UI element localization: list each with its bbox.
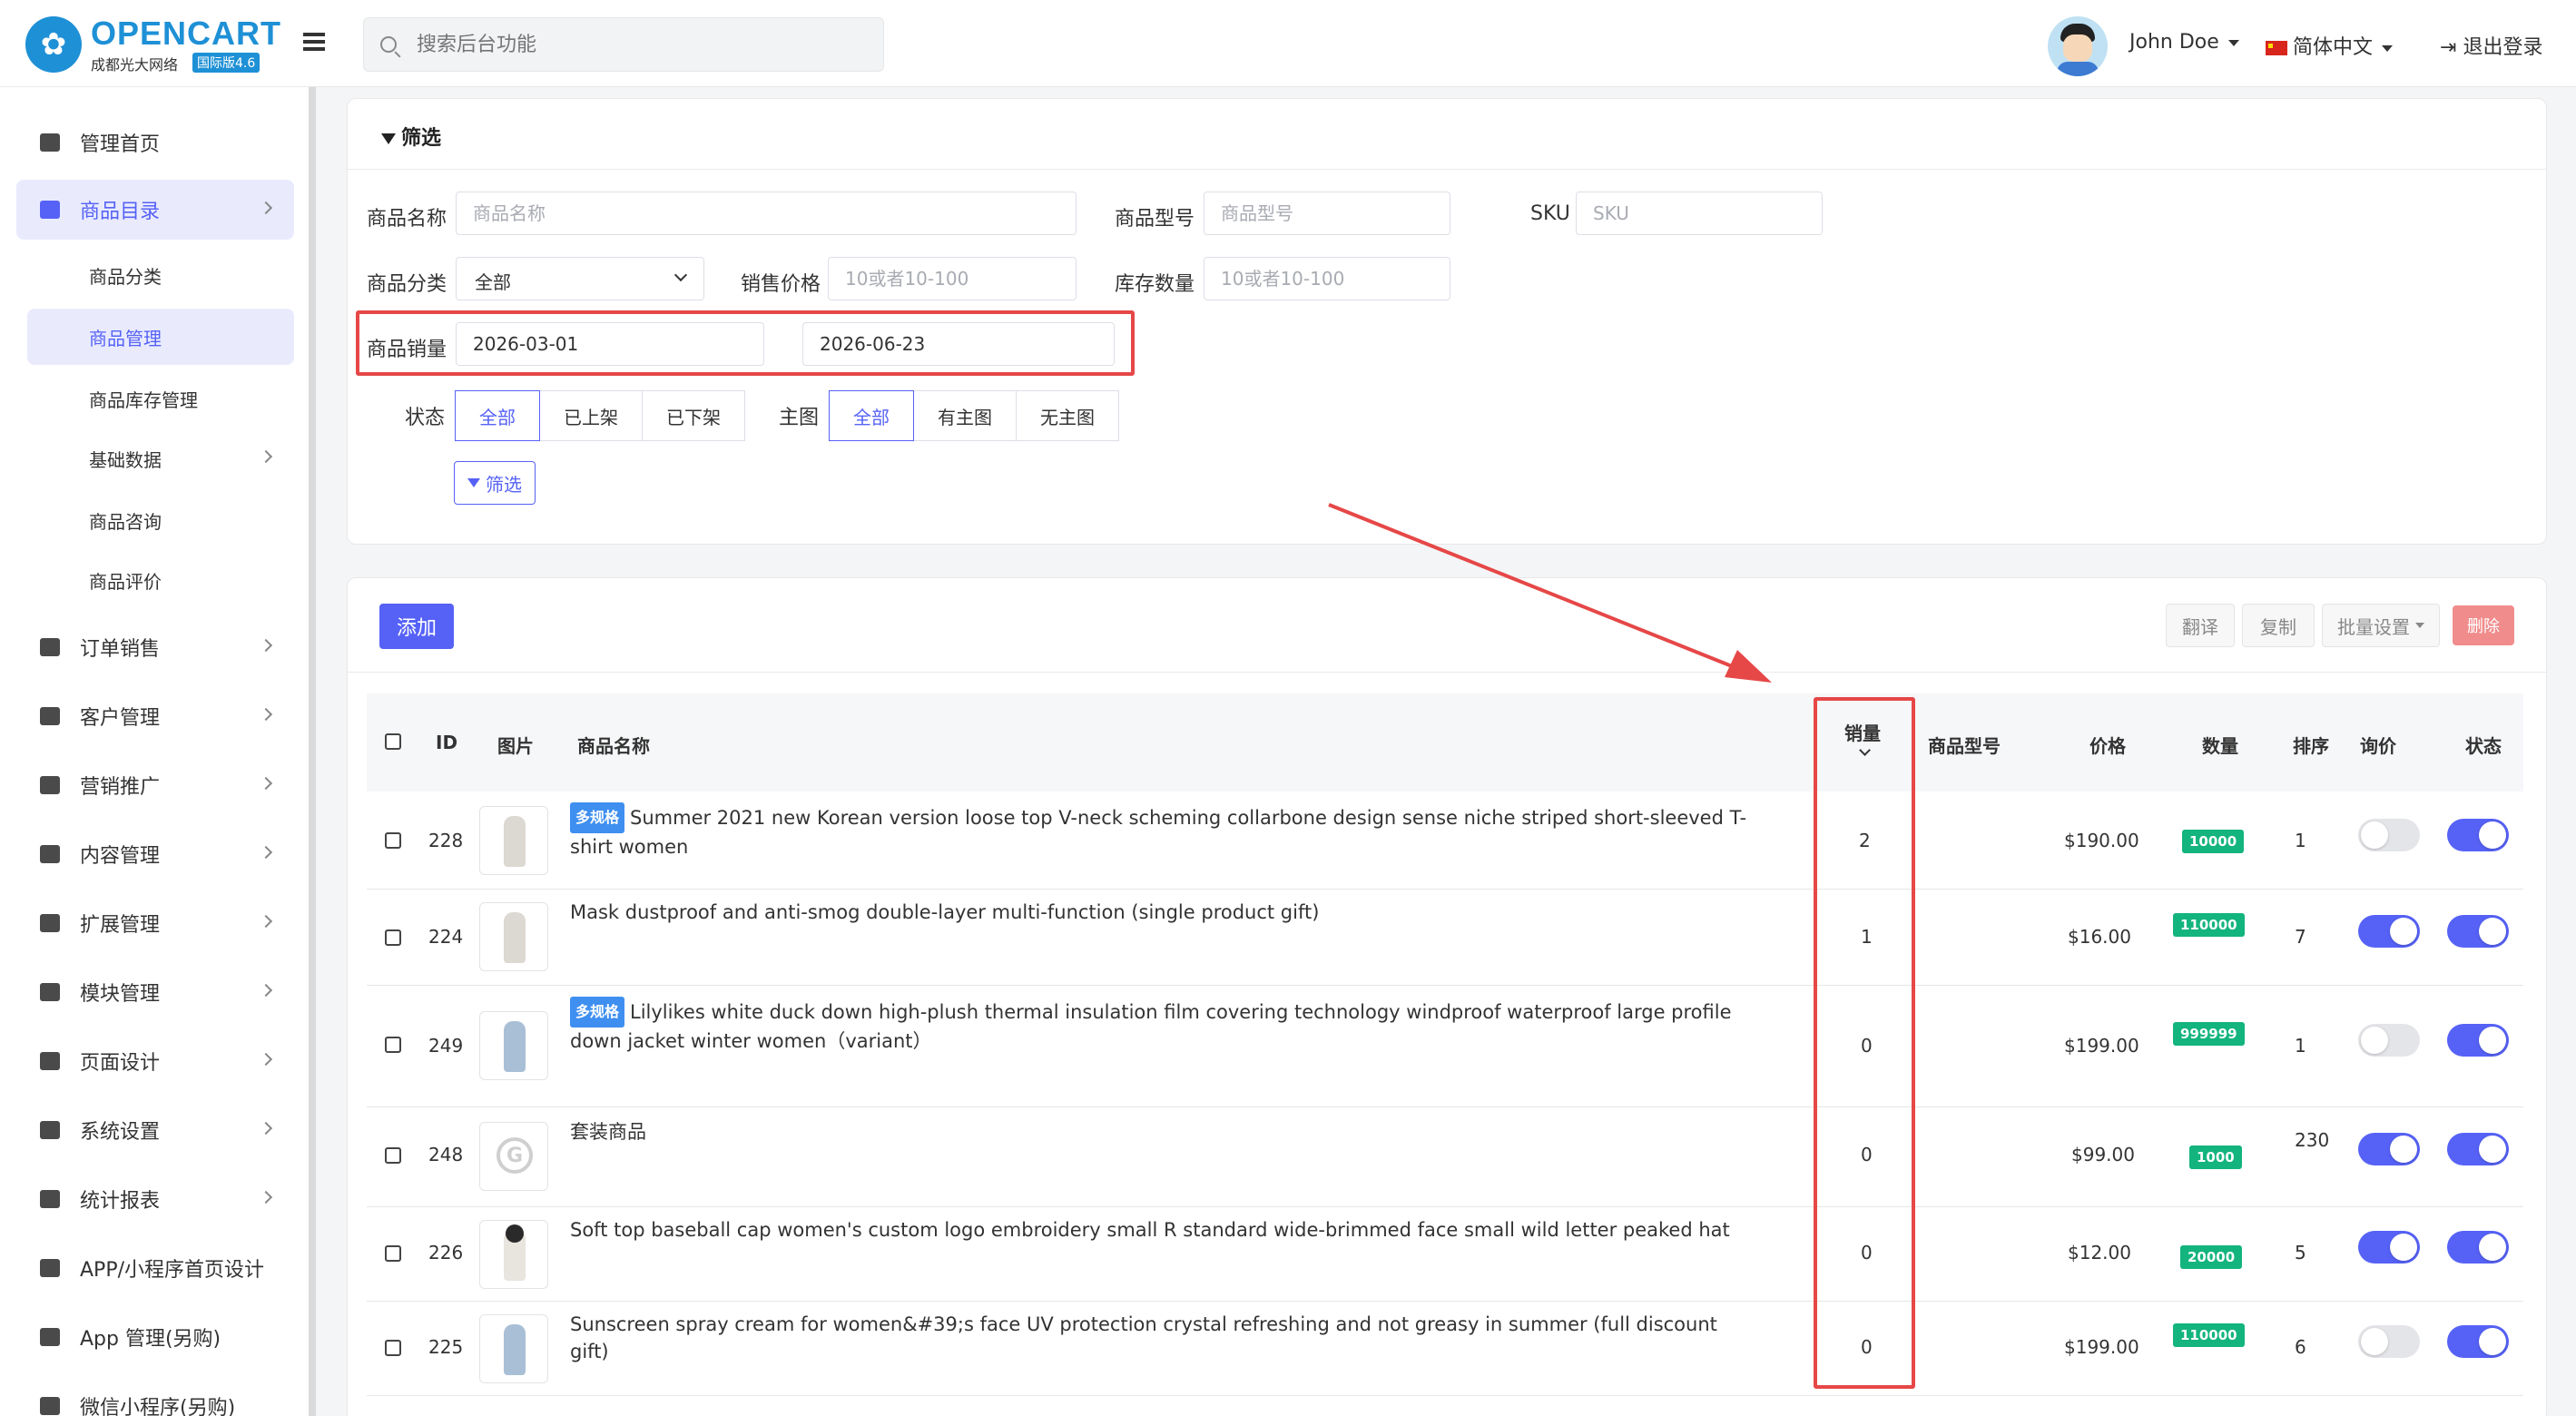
annotation-arrow [1328, 503, 1772, 683]
status-all-button[interactable]: 全部 [455, 390, 540, 441]
image-all-button[interactable]: 全部 [829, 390, 914, 441]
